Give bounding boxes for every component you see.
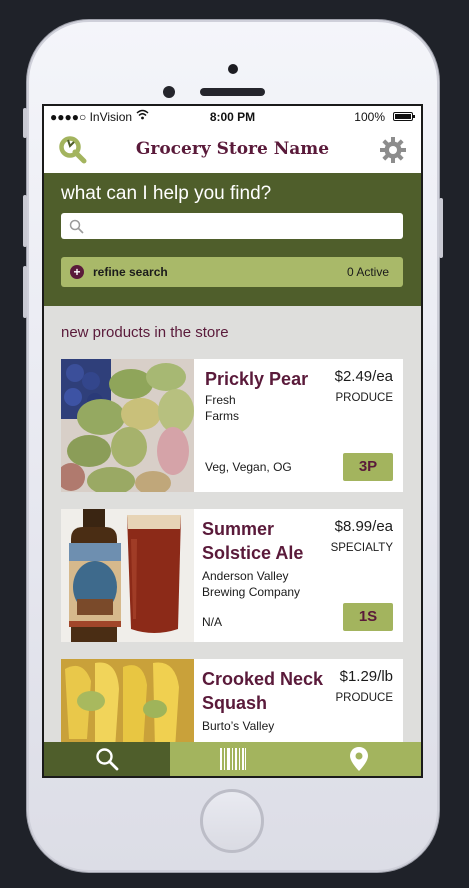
refine-search-button[interactable]: + refine search 0 Active: [61, 257, 403, 287]
barcode-icon: [220, 748, 246, 770]
tab-store-location[interactable]: [296, 742, 421, 776]
earpiece-speaker: [200, 88, 265, 96]
product-name: Prickly Pear: [205, 369, 309, 389]
home-button[interactable]: [200, 789, 264, 853]
product-location-code[interactable]: 3P: [343, 453, 393, 481]
product-vendor: Burto’s Valley: [202, 719, 275, 733]
phone-screen: ●●●●○ InVision 8:00 PM 100% Grocery Stor…: [42, 104, 423, 778]
refine-search-label: refine search: [93, 265, 168, 279]
volume-down-button: [23, 266, 27, 318]
search-prompt: what can I help you find?: [61, 183, 272, 204]
mute-switch: [23, 108, 27, 138]
bottom-tab-bar: [44, 742, 421, 776]
active-filter-count: 0 Active: [346, 265, 389, 279]
app-view: ●●●●○ InVision 8:00 PM 100% Grocery Stor…: [44, 106, 421, 776]
search-icon: [96, 748, 119, 771]
product-department: PRODUCE: [335, 392, 393, 404]
product-price: $1.29/lb: [339, 668, 393, 685]
tab-barcode-scan[interactable]: [170, 742, 296, 776]
product-vendor: Fresh Farms: [205, 393, 239, 423]
product-department: SPECIALTY: [330, 542, 393, 554]
power-button: [439, 198, 443, 258]
app-header: Grocery Store Name: [44, 127, 421, 173]
product-price: $2.49/ea: [334, 368, 393, 385]
section-title: new products in the store: [61, 324, 229, 341]
product-name: Crooked Neck Squash: [202, 669, 324, 713]
product-name: Summer Solstice Ale: [202, 519, 304, 563]
product-location-code[interactable]: 1S: [343, 603, 393, 631]
volume-up-button: [23, 195, 27, 247]
tab-search[interactable]: [44, 742, 170, 776]
product-card[interactable]: Prickly Pear $2.49/ea PRODUCE Fresh Farm…: [61, 359, 403, 492]
product-vendor: Anderson Valley Brewing Company: [202, 569, 301, 599]
status-bar: ●●●●○ InVision 8:00 PM 100%: [44, 106, 421, 127]
location-pin-icon: [349, 747, 368, 771]
page-title: Grocery Store Name: [135, 139, 330, 159]
product-card[interactable]: Summer Solstice Ale $8.99/ea SPECIALTY A…: [61, 509, 403, 642]
search-input[interactable]: [61, 213, 403, 239]
top-sensor: [228, 64, 238, 74]
front-camera: [163, 86, 175, 98]
search-icon: [69, 219, 84, 234]
product-price: $8.99/ea: [334, 518, 393, 535]
product-tags: N/A: [202, 615, 223, 629]
battery-icon: [393, 112, 415, 121]
battery-percent: 100%: [354, 110, 385, 124]
search-panel: what can I help you find? + refine searc…: [44, 173, 421, 306]
product-tags: Veg, Vegan, OG: [205, 460, 292, 474]
summer-solstice-ale-image: [61, 509, 194, 642]
product-department: PRODUCE: [335, 692, 393, 704]
plus-icon: +: [70, 265, 84, 279]
gear-icon[interactable]: [379, 136, 407, 164]
prickly-pear-image: [61, 359, 194, 492]
